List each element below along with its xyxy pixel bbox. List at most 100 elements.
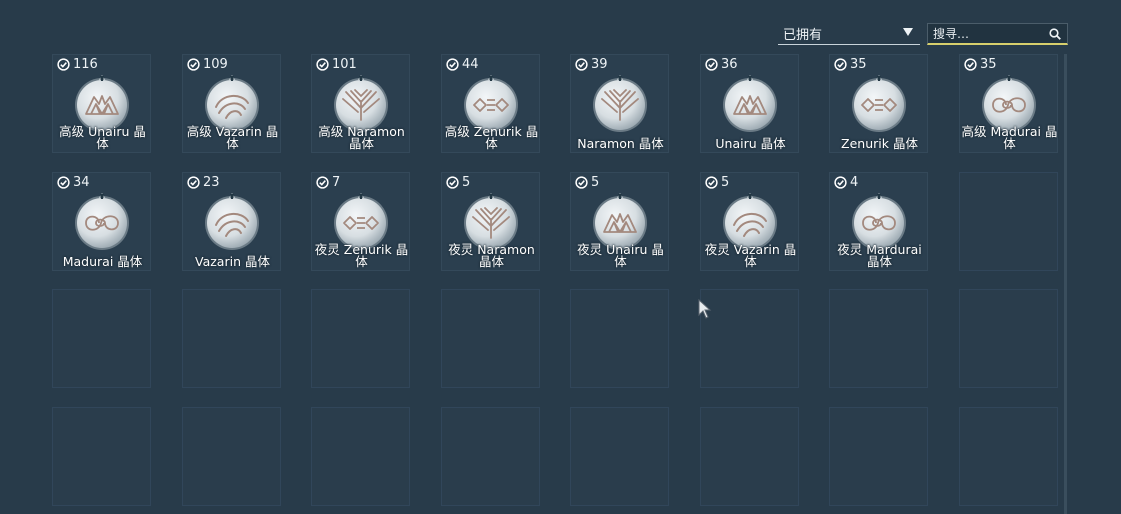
item-name: 夜灵 Mardurai 晶体 bbox=[837, 242, 922, 269]
check-circle-icon bbox=[57, 58, 70, 71]
scrollbar[interactable] bbox=[1064, 54, 1067, 514]
mouse-cursor-icon bbox=[698, 299, 712, 319]
item-name: Zenurik 晶体 bbox=[841, 136, 918, 151]
count-value: 36 bbox=[721, 57, 738, 72]
unairu-sigil-icon bbox=[723, 75, 777, 132]
empty-slot bbox=[52, 407, 151, 506]
count-value: 109 bbox=[203, 57, 228, 72]
dropdown-arrow-icon bbox=[903, 28, 913, 36]
count-value: 39 bbox=[591, 57, 608, 72]
check-circle-icon bbox=[705, 58, 718, 71]
empty-slot bbox=[182, 289, 281, 388]
check-circle-icon bbox=[316, 58, 329, 71]
check-circle-icon bbox=[446, 176, 459, 189]
search-icon[interactable] bbox=[1049, 28, 1061, 40]
item-name: 夜灵 Vazarin 晶体 bbox=[704, 242, 797, 269]
madurai-sigil-icon bbox=[75, 193, 129, 250]
count-value: 7 bbox=[332, 175, 341, 190]
vazarin-sigil-icon bbox=[205, 193, 259, 250]
owned-count: 23 bbox=[187, 175, 220, 190]
item-name: Vazarin 晶体 bbox=[195, 254, 270, 269]
zenurik-sigil-icon bbox=[852, 75, 906, 132]
count-value: 5 bbox=[462, 175, 471, 190]
item-card[interactable]: 23 Vazarin 晶体 bbox=[182, 172, 281, 271]
empty-slot bbox=[441, 407, 540, 506]
item-card[interactable]: 5 夜灵 Unairu 晶体 bbox=[570, 172, 669, 271]
empty-slot bbox=[829, 289, 928, 388]
item-card[interactable]: 39 Naramon 晶体 bbox=[570, 54, 669, 153]
naramon-sigil-icon bbox=[593, 75, 647, 132]
item-card[interactable]: 7 夜灵 Zenurik 晶体 bbox=[311, 172, 410, 271]
item-card[interactable]: 36 Unairu 晶体 bbox=[700, 54, 799, 153]
item-card[interactable]: 35 高级 Madurai 晶体 bbox=[959, 54, 1058, 153]
empty-slot bbox=[570, 407, 669, 506]
item-name: 夜灵 Naramon 晶体 bbox=[448, 242, 535, 269]
empty-slot bbox=[700, 407, 799, 506]
search-input[interactable] bbox=[933, 26, 1043, 41]
filter-selected-value: 已拥有 bbox=[783, 28, 823, 43]
empty-slot bbox=[700, 289, 799, 388]
owned-count: 109 bbox=[187, 57, 228, 72]
item-name: 高级 Naramon 晶体 bbox=[318, 124, 405, 151]
owned-count: 4 bbox=[834, 175, 858, 190]
item-card[interactable]: 4 夜灵 Mardurai 晶体 bbox=[829, 172, 928, 271]
item-card[interactable]: 5 夜灵 Naramon 晶体 bbox=[441, 172, 540, 271]
item-name: 高级 Unairu 晶体 bbox=[59, 124, 146, 151]
item-card[interactable]: 35 Zenurik 晶体 bbox=[829, 54, 928, 153]
owned-count: 101 bbox=[316, 57, 357, 72]
owned-count: 35 bbox=[964, 57, 997, 72]
empty-slot bbox=[570, 289, 669, 388]
count-value: 23 bbox=[203, 175, 220, 190]
item-name: 高级 Vazarin 晶体 bbox=[186, 124, 279, 151]
check-circle-icon bbox=[834, 58, 847, 71]
check-circle-icon bbox=[834, 176, 847, 189]
item-name: 高级 Madurai 晶体 bbox=[961, 124, 1058, 151]
check-circle-icon bbox=[964, 58, 977, 71]
item-card[interactable]: 34 Madurai 晶体 bbox=[52, 172, 151, 271]
count-value: 35 bbox=[980, 57, 997, 72]
empty-slot bbox=[52, 289, 151, 388]
empty-slot bbox=[829, 407, 928, 506]
empty-slot bbox=[959, 172, 1058, 271]
owned-count: 5 bbox=[575, 175, 599, 190]
item-card[interactable]: 116 高级 Unairu 晶体 bbox=[52, 54, 151, 153]
item-name: Madurai 晶体 bbox=[62, 254, 143, 269]
count-value: 35 bbox=[850, 57, 867, 72]
owned-count: 35 bbox=[834, 57, 867, 72]
check-circle-icon bbox=[575, 176, 588, 189]
item-name: 高级 Zenurik 晶体 bbox=[444, 124, 539, 151]
search-box[interactable] bbox=[927, 23, 1068, 45]
item-name: Naramon 晶体 bbox=[577, 136, 664, 151]
check-circle-icon bbox=[316, 176, 329, 189]
item-card[interactable]: 109 高级 Vazarin 晶体 bbox=[182, 54, 281, 153]
item-card[interactable]: 44 高级 Zenurik 晶体 bbox=[441, 54, 540, 153]
check-circle-icon bbox=[446, 58, 459, 71]
empty-slot bbox=[441, 289, 540, 388]
item-card[interactable]: 101 高级 Naramon 晶体 bbox=[311, 54, 410, 153]
empty-slot bbox=[311, 407, 410, 506]
ownership-filter-dropdown[interactable]: 已拥有 bbox=[778, 23, 920, 45]
count-value: 101 bbox=[332, 57, 357, 72]
owned-count: 44 bbox=[446, 57, 479, 72]
owned-count: 34 bbox=[57, 175, 90, 190]
count-value: 5 bbox=[591, 175, 600, 190]
count-value: 44 bbox=[462, 57, 479, 72]
item-card[interactable]: 5 夜灵 Vazarin 晶体 bbox=[700, 172, 799, 271]
owned-count: 5 bbox=[705, 175, 729, 190]
empty-slot bbox=[959, 407, 1058, 506]
check-circle-icon bbox=[57, 176, 70, 189]
empty-slot bbox=[311, 289, 410, 388]
count-value: 34 bbox=[73, 175, 90, 190]
empty-slot bbox=[959, 289, 1058, 388]
check-circle-icon bbox=[187, 58, 200, 71]
owned-count: 5 bbox=[446, 175, 470, 190]
item-name: 夜灵 Zenurik 晶体 bbox=[314, 242, 409, 269]
owned-count: 36 bbox=[705, 57, 738, 72]
owned-count: 39 bbox=[575, 57, 608, 72]
check-circle-icon bbox=[705, 176, 718, 189]
empty-slot bbox=[182, 407, 281, 506]
count-value: 4 bbox=[850, 175, 859, 190]
count-value: 116 bbox=[73, 57, 98, 72]
count-value: 5 bbox=[721, 175, 730, 190]
check-circle-icon bbox=[575, 58, 588, 71]
